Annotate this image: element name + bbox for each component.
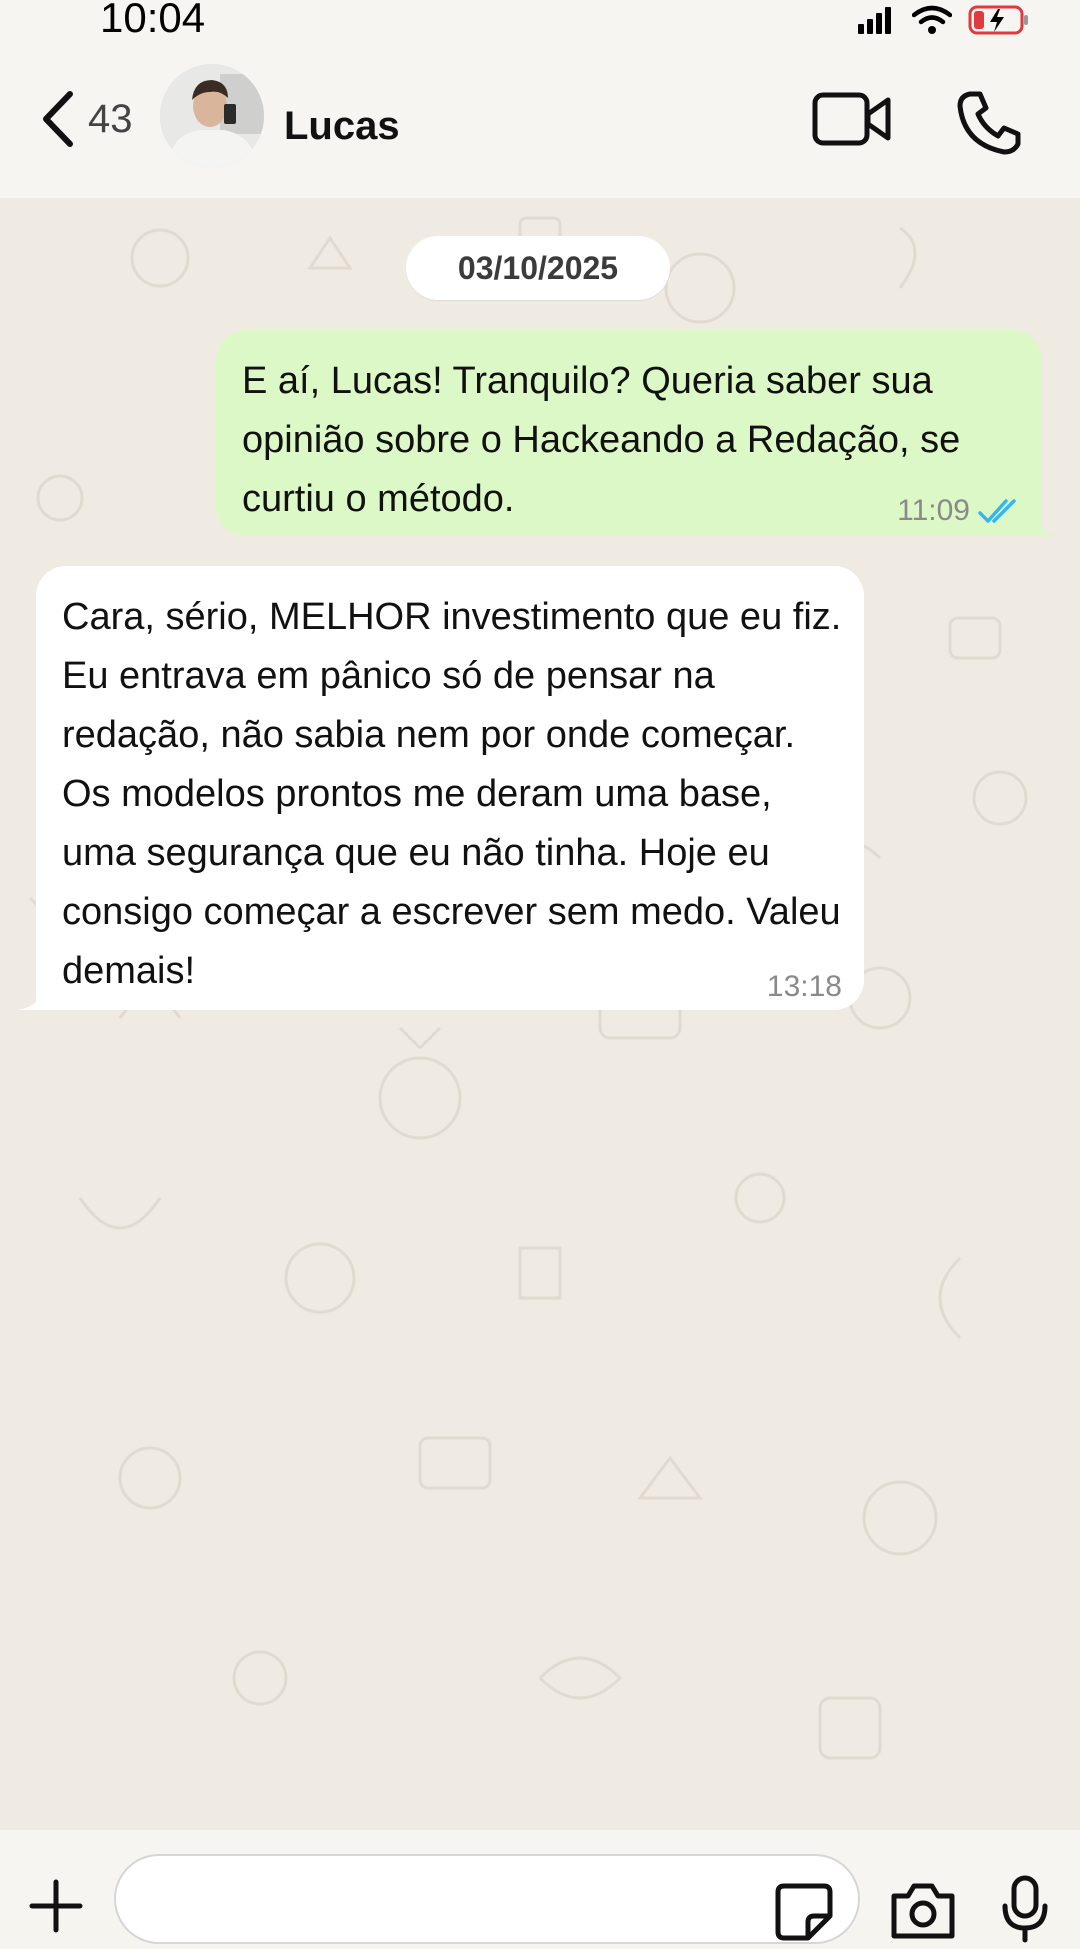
avatar-photo [160,64,264,168]
message-meta: 11:09 [897,494,1022,528]
camera-button[interactable] [888,1880,958,1940]
chat-area[interactable]: 03/10/2025 E aí, Lucas! Tranquilo? Queri… [0,198,1080,1830]
message-text: E aí, Lucas! Tranquilo? Queria saber sua… [242,360,961,520]
phone-icon [957,91,1021,155]
chat-header: 43 Lucas [0,48,1080,198]
message-bubble-incoming[interactable]: Cara, sério, MELHOR investimento que eu … [18,566,864,1010]
bubble-tail [1034,514,1058,536]
attach-button[interactable] [28,1878,84,1934]
wifi-icon [912,5,952,34]
status-icons [856,0,1030,40]
sticker-button[interactable] [774,1882,834,1942]
unread-count: 43 [88,96,133,141]
message-meta: 13:18 [767,970,842,1004]
message-time: 11:09 [897,494,970,527]
double-check-read-icon [978,499,1016,523]
status-bar: 10:04 [0,0,1080,48]
message-time: 13:18 [766,970,842,1003]
plus-icon [29,1879,83,1933]
video-call-button[interactable] [812,90,892,150]
voice-call-button[interactable] [956,88,1026,158]
signal-icon [858,7,891,34]
avatar[interactable] [160,64,264,168]
microphone-icon [1002,1875,1048,1943]
message-text: Cara, sério, MELHOR investimento que eu … [62,596,842,992]
composer-bar [0,1830,1080,1944]
message-input[interactable] [114,1854,860,1944]
microphone-button[interactable] [1000,1874,1050,1944]
contact-name[interactable]: Lucas [284,104,400,149]
bubble-tail [18,988,44,1010]
battery-charging-icon [968,5,1028,35]
chevron-left-icon [43,91,73,147]
message-bubble-outgoing[interactable]: E aí, Lucas! Tranquilo? Queria saber sua… [216,330,1058,536]
back-button[interactable]: 43 [38,84,148,154]
video-camera-icon [812,92,891,146]
date-chip: 03/10/2025 [406,236,670,300]
status-time: 10:04 [100,0,206,41]
camera-icon [891,1883,955,1939]
sticker-icon [775,1883,833,1941]
